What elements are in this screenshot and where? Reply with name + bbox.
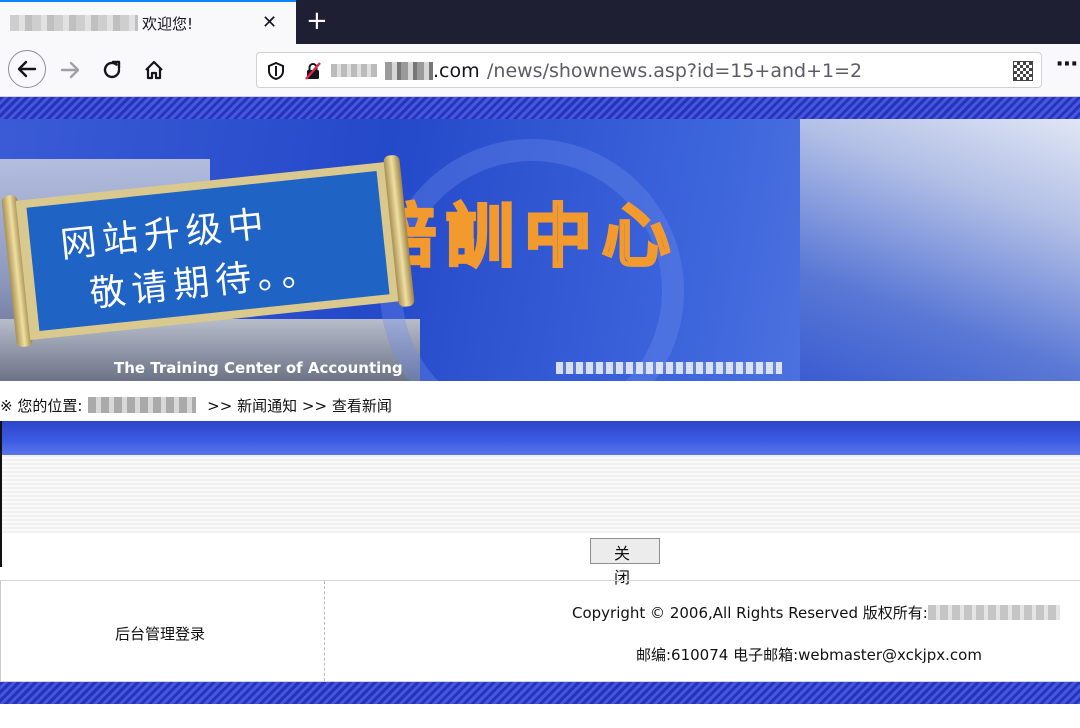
url-path: /news/shownews.asp?id=15+and+1=2 xyxy=(487,60,863,82)
back-arrow-icon xyxy=(17,60,37,78)
news-content-area xyxy=(2,455,1080,533)
banner-subtitle-redacted xyxy=(556,362,782,374)
owner-redacted xyxy=(927,605,1060,620)
computer-lab-image xyxy=(800,119,1080,381)
overflow-menu-icon[interactable]: ⋯ xyxy=(1056,52,1078,77)
url-redacted-2 xyxy=(385,62,433,80)
forward-arrow-icon xyxy=(60,61,80,79)
tab-strip: 欢迎您! ✕ + xyxy=(0,0,1080,44)
breadcrumb-home-redacted[interactable] xyxy=(88,397,197,413)
home-button[interactable] xyxy=(136,52,172,88)
forward-button[interactable] xyxy=(52,52,88,88)
contact-info: 邮编:610074 电子邮箱:webmaster@xckjpx.com xyxy=(636,646,982,664)
news-panel xyxy=(0,421,1080,567)
banner-subtitle: The Training Center of Accounting xyxy=(114,359,403,377)
site-banner: 會計培訓中心 网站升级中 敬请期待。。 The Training Center … xyxy=(0,119,1080,381)
breadcrumb: ※ 您的位置: >> 新闻通知 >> 查看新闻 xyxy=(0,395,392,416)
tab-title-redacted xyxy=(10,15,138,31)
copyright-label: Copyright © 2006,All Rights Reserved 版权所… xyxy=(572,604,928,622)
news-title-bar xyxy=(2,421,1080,455)
reload-button[interactable] xyxy=(94,52,130,88)
url-redacted-1 xyxy=(331,64,377,77)
header-stripe xyxy=(0,97,1080,119)
breadcrumb-separator: >> xyxy=(207,397,233,415)
qr-code-icon[interactable] xyxy=(1013,61,1033,81)
close-button[interactable]: 关 闭 xyxy=(590,538,660,587)
new-tab-button[interactable]: + xyxy=(306,6,328,36)
active-tab[interactable]: 欢迎您! ✕ xyxy=(0,0,296,44)
navigation-toolbar: .com /news/shownews.asp?id=15+and+1=2 ⋯ xyxy=(0,44,1080,97)
reload-icon xyxy=(103,60,121,79)
copyright-text: Copyright © 2006,All Rights Reserved 版权所… xyxy=(572,602,1060,623)
home-icon xyxy=(145,60,163,80)
back-button[interactable] xyxy=(8,50,46,88)
insecure-lock-icon[interactable] xyxy=(303,61,323,81)
footer-stripe xyxy=(0,682,1080,704)
breadcrumb-separator: >> xyxy=(301,397,328,415)
admin-login-link[interactable]: 后台管理登录 xyxy=(115,623,205,644)
tab-close-icon[interactable]: ✕ xyxy=(262,12,277,33)
shield-icon[interactable] xyxy=(267,61,285,81)
footer: 后台管理登录 Copyright © 2006,All Rights Reser… xyxy=(0,580,1080,682)
address-bar[interactable]: .com /news/shownews.asp?id=15+and+1=2 xyxy=(256,52,1042,88)
tab-title: 欢迎您! xyxy=(142,15,194,33)
breadcrumb-prefix: ※ 您的位置: xyxy=(0,397,83,415)
breadcrumb-item-view-news: 查看新闻 xyxy=(331,397,392,415)
scroll-inner: 网站升级中 敬请期待。。 xyxy=(26,170,390,332)
footer-left-cell: 后台管理登录 xyxy=(0,581,325,681)
url-host: .com xyxy=(433,60,480,82)
breadcrumb-item-news[interactable]: 新闻通知 xyxy=(237,397,297,415)
